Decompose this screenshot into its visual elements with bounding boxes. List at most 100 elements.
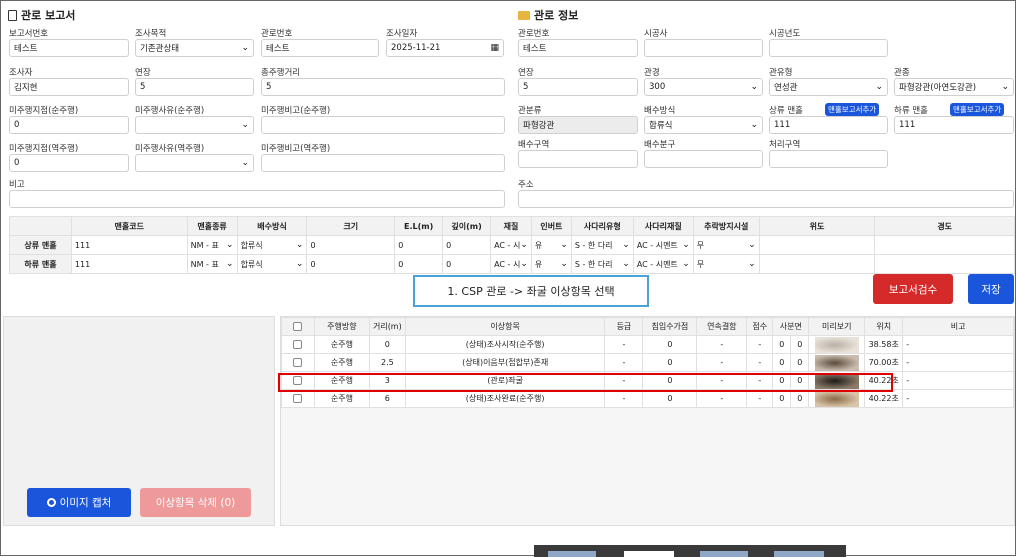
report-input-4[interactable]: 김지현 — [9, 78, 129, 96]
manhole-cell[interactable]: S - 한 다리 ⌄ — [570, 235, 634, 255]
manhole-cell[interactable] — [874, 254, 1015, 274]
cell-value: AC - 시멘트 — [636, 259, 678, 269]
abnormal-cell: 0 — [790, 353, 810, 372]
report-input-0[interactable]: 테스트 — [9, 39, 129, 57]
preview-thumbnail[interactable] — [814, 390, 859, 407]
abnormal-row[interactable]: 순주행 2.5 (상태)이음부(접합부)존재 -0- -0 0 70.00초 - — [281, 353, 1014, 372]
manhole-cell[interactable] — [758, 254, 876, 274]
manhole-cell[interactable]: AC - 시멘트 ⌄ — [632, 235, 694, 255]
row-checkbox-cell[interactable] — [281, 335, 315, 354]
pipe-label-4: 관경 — [644, 68, 660, 78]
abnormal-row[interactable]: 순주행 6 (상태)조사완료(순주행) -0- -0 0 40.22초 - — [281, 389, 1014, 408]
report-section-title: 관로 보고서 — [8, 7, 75, 23]
report-input-9[interactable] — [261, 116, 505, 134]
row-checkbox[interactable] — [293, 394, 303, 403]
manhole-cell[interactable]: 0 — [306, 235, 396, 255]
pipe-input-0[interactable]: 테스트 — [518, 39, 638, 57]
pipe-input-8[interactable]: 합류식 ⌄ — [644, 116, 763, 134]
preview-thumbnail[interactable] — [814, 354, 859, 371]
abnormal-cell: 0 — [772, 389, 792, 408]
pipe-input-6[interactable]: 파형강관(아연도강관) ⌄ — [894, 78, 1014, 96]
manhole-cell[interactable]: NM - 표 ⌄ — [186, 254, 238, 274]
manhole-cell[interactable]: AC - 시멘트 ⌄ — [632, 254, 694, 274]
manhole-cell[interactable]: S - 한 다리 ⌄ — [570, 254, 634, 274]
pipe-input-11[interactable] — [518, 150, 638, 168]
manhole-cell[interactable] — [758, 235, 876, 255]
manhole-cell[interactable]: 0 — [394, 254, 444, 274]
pipe-input-4[interactable]: 300 ⌄ — [644, 78, 763, 96]
row-checkbox[interactable] — [293, 358, 303, 367]
manhole-cell[interactable]: 유 ⌄ — [530, 254, 572, 274]
document-icon — [8, 9, 17, 21]
pipe-input-7[interactable]: 파형강관 — [518, 116, 638, 134]
report-input-1[interactable]: 기존관상태 ⌄ — [135, 39, 254, 57]
report-input-7[interactable]: 0 — [9, 116, 129, 134]
taskbar-item[interactable] — [548, 551, 596, 557]
manhole-cell[interactable]: 0 — [394, 235, 444, 255]
pipe-input-1[interactable] — [644, 39, 763, 57]
preview-cell[interactable] — [808, 335, 866, 354]
chevron-down-icon: ⌄ — [682, 259, 690, 269]
manhole-cell[interactable]: NM - 표 ⌄ — [186, 235, 238, 255]
row-checkbox-cell[interactable] — [281, 389, 315, 408]
report-input-13[interactable] — [9, 190, 505, 208]
taskbar-item[interactable] — [624, 551, 674, 557]
row-checkbox[interactable] — [293, 340, 303, 349]
manhole-cell[interactable]: AC - 시 ⌄ — [490, 254, 532, 274]
manhole-cell[interactable]: 합류식 ⌄ — [236, 254, 308, 274]
report-input-2[interactable]: 테스트 — [261, 39, 379, 57]
delete-abnormal-button[interactable]: 이상항목 삭제 (0) — [140, 488, 251, 517]
manhole-cell[interactable]: AC - 시 ⌄ — [490, 235, 532, 255]
manhole-cell[interactable]: 111 — [70, 235, 188, 255]
row-checkbox-cell[interactable] — [281, 353, 315, 372]
abnormal-row[interactable]: 순주행 0 (상태)조사시작(순주행) -0- -0 0 38.58초 - — [281, 335, 1014, 354]
preview-cell[interactable] — [808, 389, 866, 408]
manhole-cell[interactable]: 0 — [442, 235, 492, 255]
pipe-input-3[interactable]: 5 — [518, 78, 638, 96]
pipe-input-14[interactable] — [518, 190, 1014, 208]
report-input-6[interactable]: 5 — [261, 78, 505, 96]
manhole-cell[interactable] — [874, 235, 1015, 255]
preview-thumbnail[interactable] — [814, 336, 859, 353]
cell-value: AC - 시멘트 — [636, 240, 678, 250]
pipe-input-10[interactable]: 111 — [894, 116, 1014, 134]
position-cell: 70.00초 — [864, 353, 904, 372]
pipe-input-5[interactable]: 연성관 ⌄ — [769, 78, 888, 96]
pipe-input-2[interactable] — [769, 39, 888, 57]
capture-button[interactable]: 이미지 캡처 — [27, 488, 131, 517]
manhole-cell[interactable]: 0 — [306, 254, 396, 274]
report-input-5[interactable]: 5 — [135, 78, 254, 96]
pipe-input-13[interactable] — [769, 150, 888, 168]
abnormal-header-0[interactable] — [281, 317, 315, 336]
report-input-10[interactable]: 0 — [9, 154, 129, 172]
manhole-cell[interactable]: 무 ⌄ — [692, 235, 760, 255]
chevron-down-icon: ⌄ — [560, 259, 568, 269]
taskbar-item[interactable] — [774, 551, 824, 557]
preview-cell[interactable] — [808, 353, 866, 372]
manhole-cell[interactable]: 0 — [442, 254, 492, 274]
taskbar-item[interactable] — [700, 551, 748, 557]
save-button[interactable]: 저장 — [968, 274, 1014, 304]
manhole-cell[interactable]: 111 — [70, 254, 188, 274]
field-value: 5 — [266, 82, 272, 92]
report-input-12[interactable] — [261, 154, 505, 172]
add-manhole-report-button[interactable]: 맨홀보고서추가 — [950, 103, 1005, 116]
add-manhole-report-button[interactable]: 맨홀보고서추가 — [825, 103, 880, 116]
manhole-cell[interactable]: 무 ⌄ — [692, 254, 760, 274]
abnormal-cell: (상태)조사완료(순주행) — [404, 389, 606, 408]
abnormal-cell: - — [604, 353, 644, 372]
report-input-11[interactable]: ⌄ — [135, 154, 254, 172]
abnormal-cell: - — [746, 335, 774, 354]
pipe-input-12[interactable] — [644, 150, 763, 168]
review-button[interactable]: 보고서검수 — [873, 274, 953, 304]
report-input-8[interactable]: ⌄ — [135, 116, 254, 134]
pipe-label-12: 배수분구 — [644, 140, 676, 150]
manhole-header-2: 맨홀종류 — [186, 216, 238, 236]
select-all-checkbox[interactable] — [293, 322, 303, 331]
abnormal-header-2: 거리(m) — [368, 317, 406, 336]
report-input-3[interactable]: 2025-11-21 ▦ — [386, 39, 504, 57]
manhole-cell[interactable]: 유 ⌄ — [530, 235, 572, 255]
cell-value: S - 한 다리 — [574, 259, 613, 269]
pipe-input-9[interactable]: 111 — [769, 116, 888, 134]
manhole-cell[interactable]: 합류식 ⌄ — [236, 235, 308, 255]
